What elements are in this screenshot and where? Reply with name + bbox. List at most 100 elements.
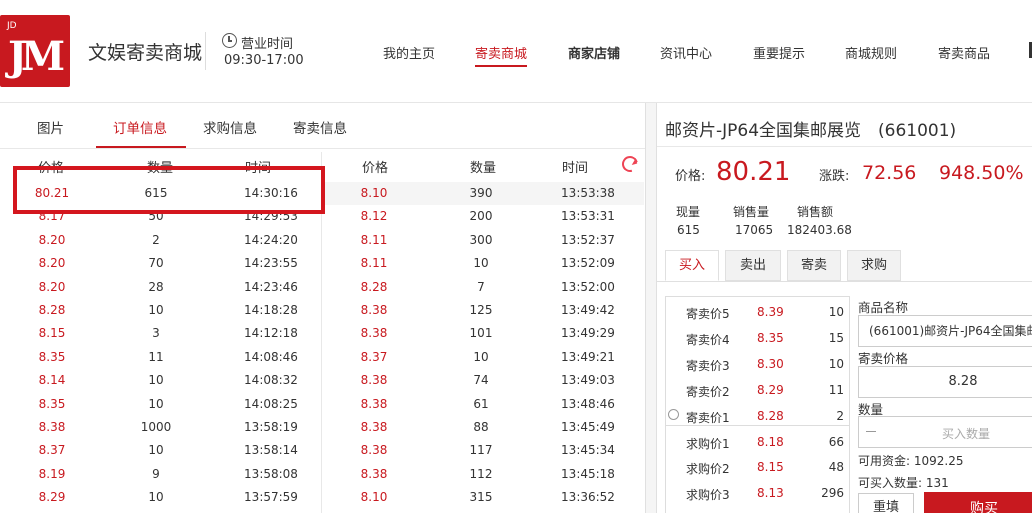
tab-consignment-info[interactable]: 寄卖信息 <box>293 117 347 137</box>
trade-quantity: 61 <box>473 396 489 411</box>
book-level-quantity: 15 <box>828 330 844 345</box>
trade-time: 14:23:46 <box>244 279 298 294</box>
nav-mall-rules[interactable]: 商城规则 <box>845 43 897 62</box>
book-level-price: 8.15 <box>757 460 784 475</box>
trade-quantity: 200 <box>469 209 493 224</box>
book-level-price: 8.35 <box>757 330 784 345</box>
buy-button[interactable]: 购买 <box>924 492 1032 513</box>
tabs-divider <box>0 148 645 149</box>
trade-time: 14:12:18 <box>244 326 298 341</box>
tab-consign[interactable]: 寄卖 <box>787 250 841 281</box>
trade-time: 13:53:31 <box>561 209 615 224</box>
col-header-quantity: 数量 <box>470 161 497 176</box>
book-level-label: 求购价3 <box>686 488 730 503</box>
trade-quantity: 300 <box>469 232 493 247</box>
site-logo[interactable]: JD JM <box>0 15 70 87</box>
trade-time: 14:08:46 <box>244 349 298 364</box>
trade-price: 8.10 <box>360 186 388 200</box>
stat-sales-volume-value: 17065 <box>735 223 774 237</box>
logo-small-text: JD <box>7 21 17 31</box>
tab-order-info[interactable]: 订单信息 <box>113 117 167 137</box>
order-book <box>665 296 850 513</box>
book-level-label: 寄卖价2 <box>686 384 730 399</box>
trade-price: 8.28 <box>360 279 388 294</box>
decrement-icon[interactable] <box>866 431 876 432</box>
book-level-label: 求购价1 <box>686 436 730 451</box>
panel-border <box>656 103 657 513</box>
trade-quantity: 88 <box>473 420 489 434</box>
book-level-label: 求购价2 <box>686 462 730 477</box>
trade-price: 8.20 <box>38 279 66 294</box>
tab-request[interactable]: 求购 <box>847 250 901 281</box>
trade-time: 13:45:18 <box>561 466 615 481</box>
trade-quantity: 390 <box>469 186 493 200</box>
product-name-field[interactable]: (661001)邮资片-JP64全国集邮展览 <box>858 315 1032 347</box>
refresh-icon[interactable] <box>619 153 641 175</box>
book-level-quantity: 11 <box>828 382 844 397</box>
trade-time: 13:49:03 <box>561 373 615 388</box>
logo-mark: JM <box>8 33 65 80</box>
trade-quantity: 117 <box>469 443 493 458</box>
book-level-price: 8.29 <box>757 382 784 397</box>
book-level-quantity: 2 <box>836 408 844 423</box>
trade-quantity: 10 <box>148 373 164 388</box>
trade-time: 14:24:20 <box>244 232 298 247</box>
trade-price: 8.15 <box>38 326 66 341</box>
book-level-price: 8.28 <box>757 408 784 423</box>
trade-time: 13:45:34 <box>561 443 615 458</box>
trade-time: 13:58:19 <box>244 420 298 434</box>
trade-quantity: 1000 <box>140 420 172 434</box>
nav-merchant-shops[interactable]: 商家店铺 <box>568 43 620 62</box>
change-label: 涨跌: <box>819 169 850 184</box>
trade-time: 13:52:37 <box>561 232 615 247</box>
business-hours-value: 09:30-17:00 <box>224 53 304 68</box>
book-level-label: 寄卖价5 <box>686 307 730 321</box>
nav-consignment-mall[interactable]: 寄卖商城 <box>475 43 528 67</box>
nav-news-center[interactable]: 资讯中心 <box>660 43 712 62</box>
nav-my-home[interactable]: 我的主页 <box>383 43 435 62</box>
book-level-label: 寄卖价1 <box>686 410 730 425</box>
trade-price: 8.38 <box>360 373 388 388</box>
consign-price-field[interactable]: 8.28 <box>858 366 1032 398</box>
col-header-time: 时间 <box>562 161 589 176</box>
trade-price: 8.29 <box>38 490 66 505</box>
trade-time: 13:36:52 <box>561 490 615 505</box>
col-header-price: 价格 <box>362 161 389 176</box>
book-level-quantity: 10 <box>828 305 844 319</box>
trade-time: 14:23:55 <box>244 256 298 271</box>
trade-quantity: 125 <box>469 303 493 317</box>
quantity-placeholder: 买入数量 <box>942 427 991 441</box>
select-radio[interactable] <box>668 409 679 420</box>
nav-consignment-goods[interactable]: 寄卖商品 <box>938 43 990 62</box>
change-value: 72.56 <box>862 162 917 184</box>
trade-time: 13:49:42 <box>561 303 615 317</box>
trade-quantity: 10 <box>148 303 164 317</box>
trade-quantity: 3 <box>152 326 160 341</box>
tab-images[interactable]: 图片 <box>37 117 64 137</box>
header-divider <box>205 32 206 70</box>
trade-price: 8.38 <box>360 326 388 341</box>
trade-price: 8.38 <box>360 466 388 481</box>
book-level-label: 寄卖价4 <box>686 332 730 347</box>
trade-price: 8.38 <box>360 303 388 317</box>
trade-time: 14:18:28 <box>244 303 298 317</box>
trade-price: 8.37 <box>38 443 66 458</box>
trade-quantity: 11 <box>148 349 164 364</box>
tab-buy[interactable]: 买入 <box>665 250 719 281</box>
stat-sales-volume-label: 销售量 <box>733 205 770 219</box>
available-funds: 可用资金: 1092.25 <box>858 454 964 468</box>
tab-purchase-info[interactable]: 求购信息 <box>203 117 257 137</box>
nav-important-notice[interactable]: 重要提示 <box>753 43 805 62</box>
tab-sell[interactable]: 卖出 <box>725 250 781 281</box>
trade-price: 8.38 <box>38 420 66 434</box>
trade-time: 14:08:32 <box>244 373 298 388</box>
reset-button[interactable]: 重填 <box>858 493 914 513</box>
trade-quantity: 70 <box>148 256 164 271</box>
panel-gap <box>646 103 656 513</box>
price-label: 价格: <box>675 169 706 184</box>
trade-quantity: 101 <box>469 326 493 341</box>
app-root: JD JM 文娱寄卖商城 营业时间 09:30-17:00 我的主页 寄卖商城 … <box>0 0 1032 513</box>
trade-time: 13:45:49 <box>561 420 615 434</box>
trade-time: 13:49:29 <box>561 326 615 341</box>
trade-price: 8.10 <box>360 490 388 505</box>
